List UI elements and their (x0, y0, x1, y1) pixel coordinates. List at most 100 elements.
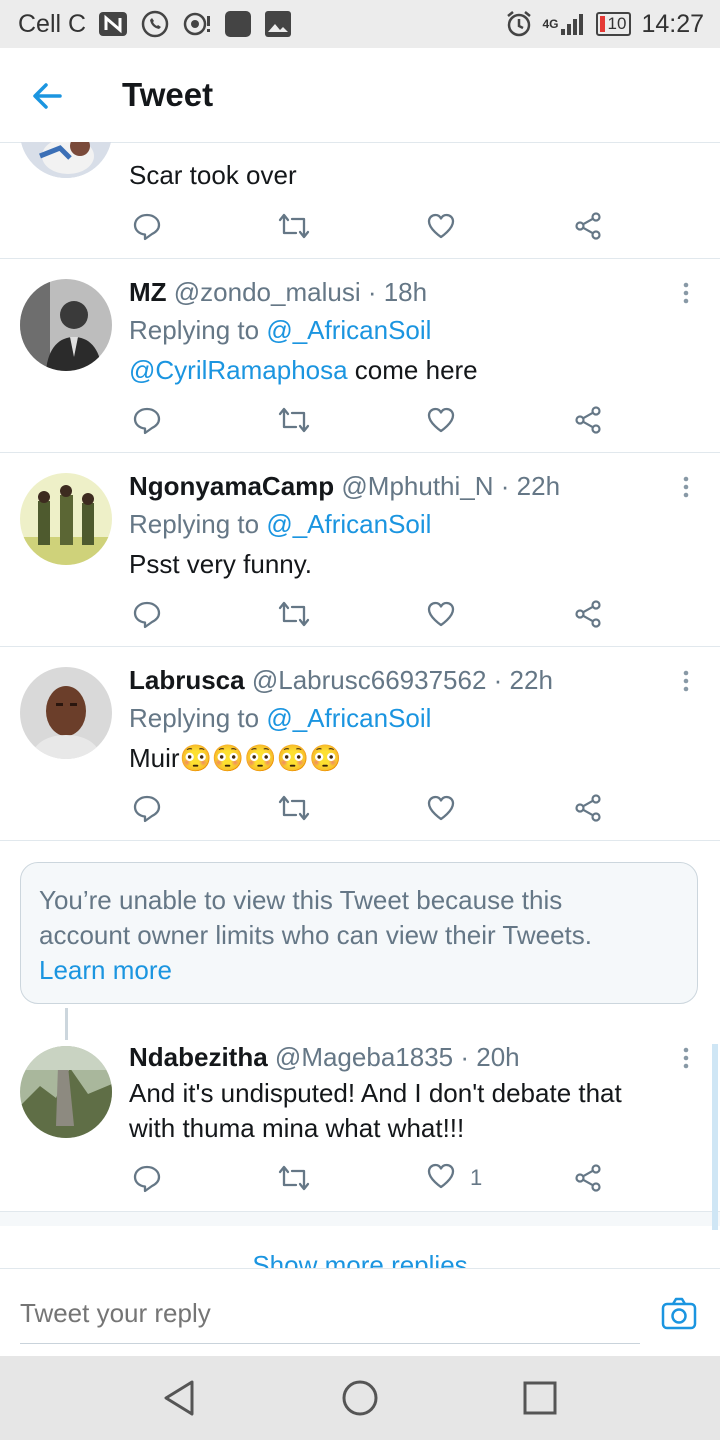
like-icon[interactable] (426, 592, 456, 636)
handle[interactable]: @Labrusc66937562 (252, 665, 487, 695)
share-icon[interactable] (573, 592, 603, 636)
tweet-text: Psst very funny. (129, 549, 313, 579)
tweet-text: Scar took over (129, 160, 297, 190)
share-icon[interactable] (573, 1156, 603, 1200)
share-icon[interactable] (573, 398, 603, 442)
clock: 14:27 (641, 9, 704, 38)
tweet-actions (0, 786, 720, 830)
replying-handle-link[interactable]: @_AfricanSoil (266, 315, 431, 345)
replying-to: Replying to @_AfricanSoil (129, 509, 431, 540)
mention-link[interactable]: @CyrilRamaphosa (129, 355, 348, 385)
more-options-icon[interactable] (676, 279, 696, 309)
retweet-icon[interactable] (277, 398, 311, 442)
scrollbar[interactable] (712, 1044, 718, 1230)
battery-icon: 10 (595, 12, 632, 36)
like-icon[interactable] (426, 398, 456, 442)
share-icon[interactable] (573, 204, 603, 248)
section-gap (0, 1212, 720, 1226)
tweet-body: Muir (129, 743, 180, 773)
page-title: Tweet (122, 76, 214, 113)
tweet-text-line-1: And it's undisputed! And I don't debate … (129, 1078, 622, 1108)
alarm-icon (505, 10, 533, 38)
divider (0, 840, 720, 841)
tweet-mz[interactable]: MZ @zondo_malusi · 18h Replying to @_Afr… (0, 259, 720, 452)
handle[interactable]: @zondo_malusi (174, 277, 361, 307)
signal-icon: 4G (543, 12, 586, 36)
tweet-header: MZ @zondo_malusi · 18h (129, 277, 427, 308)
tweet-labrusca[interactable]: Labrusca @Labrusc66937562 · 22h Replying… (0, 647, 720, 840)
tweet-header: Ndabezitha @Mageba1835 · 20h (129, 1042, 520, 1073)
learn-more-link[interactable]: Learn more (39, 953, 679, 988)
display-name[interactable]: NgonyamaCamp (129, 471, 334, 501)
tweet-text-line-2: with thuma mina what what!!! (129, 1113, 465, 1143)
avatar[interactable] (20, 142, 112, 178)
reply-icon[interactable] (132, 786, 162, 830)
handle[interactable]: @Mageba1835 (275, 1042, 453, 1072)
replying-prefix: Replying to (129, 509, 260, 539)
reply-bar (0, 1268, 720, 1357)
display-name[interactable]: Labrusca (129, 665, 245, 695)
battery-level: 10 (607, 14, 627, 33)
timestamp: · 22h (493, 665, 553, 695)
more-options-icon[interactable] (676, 1044, 696, 1074)
tweet-ngonyamacamp[interactable]: NgonyamaCamp @Mphuthi_N · 22h Replying t… (0, 453, 720, 646)
display-name[interactable]: MZ (129, 277, 167, 307)
reply-feed[interactable]: Scar took over MZ @zondo_malusi · 18h Re… (0, 142, 720, 1268)
timestamp: · 18h (367, 277, 428, 307)
like-count: 1 (470, 1165, 483, 1190)
reply-icon[interactable] (132, 592, 162, 636)
like-button[interactable]: 1 (426, 1156, 482, 1200)
replying-handle-link[interactable]: @_AfricanSoil (266, 509, 431, 539)
tweet-scar[interactable]: Scar took over (0, 142, 720, 258)
timestamp: · 20h (460, 1042, 520, 1072)
unavailable-tweet-notice: You’re unable to view this Tweet because… (20, 862, 698, 1004)
reply-icon[interactable] (132, 1156, 162, 1200)
network-type: 4G (542, 17, 559, 31)
replying-handle-link[interactable]: @_AfricanSoil (266, 703, 431, 733)
back-triangle-icon[interactable] (158, 1376, 202, 1420)
tweet-actions (0, 398, 720, 442)
avatar[interactable] (20, 667, 112, 759)
reply-icon[interactable] (132, 398, 162, 442)
notice-text-line-2: account owner limits who can view their … (39, 920, 592, 950)
display-name[interactable]: Ndabezitha (129, 1042, 268, 1072)
handle[interactable]: @Mphuthi_N (341, 471, 493, 501)
camera-icon[interactable] (660, 1295, 698, 1333)
reply-icon[interactable] (132, 204, 162, 248)
tweet-actions: 1 (0, 1156, 720, 1200)
tweet-body: come here (347, 355, 478, 385)
like-icon[interactable] (426, 786, 456, 830)
avatar[interactable] (20, 1046, 112, 1138)
flushed-emoji: 😳😳😳😳😳 (179, 743, 342, 773)
home-circle-icon[interactable] (338, 1376, 382, 1420)
status-bar: Cell C 4G 10 14:27 (0, 0, 720, 48)
replying-prefix: Replying to (129, 315, 260, 345)
retweet-icon[interactable] (277, 1156, 311, 1200)
recents-square-icon[interactable] (518, 1376, 562, 1420)
share-icon[interactable] (573, 786, 603, 830)
tweet-text: Muir😳😳😳😳😳 (129, 743, 341, 774)
gallery-icon (264, 10, 292, 38)
retweet-icon[interactable] (277, 204, 311, 248)
retweet-icon[interactable] (277, 592, 311, 636)
more-options-icon[interactable] (676, 473, 696, 503)
hotspot-icon (182, 9, 212, 39)
more-options-icon[interactable] (676, 667, 696, 697)
app-bar: Tweet (0, 48, 720, 143)
show-more-replies-link[interactable]: Show more replies (0, 1250, 720, 1268)
replying-to: Replying to @_AfricanSoil (129, 703, 431, 734)
tweet-ndabezitha[interactable]: Ndabezitha @Mageba1835 · 20h And it's un… (0, 1024, 720, 1210)
app-notification-icon (224, 10, 252, 38)
avatar[interactable] (20, 279, 112, 371)
reply-input[interactable] (20, 1283, 640, 1344)
tweet-text: @CyrilRamaphosa come here (129, 355, 478, 386)
notice-text-line-1: You’re unable to view this Tweet because… (39, 885, 563, 915)
whatsapp-icon (140, 9, 170, 39)
avatar[interactable] (20, 473, 112, 565)
tweet-actions (0, 592, 720, 636)
timestamp: · 22h (500, 471, 561, 501)
back-arrow-icon[interactable] (26, 74, 70, 118)
replying-to: Replying to @_AfricanSoil (129, 315, 431, 346)
like-icon[interactable] (426, 204, 456, 248)
retweet-icon[interactable] (277, 786, 311, 830)
